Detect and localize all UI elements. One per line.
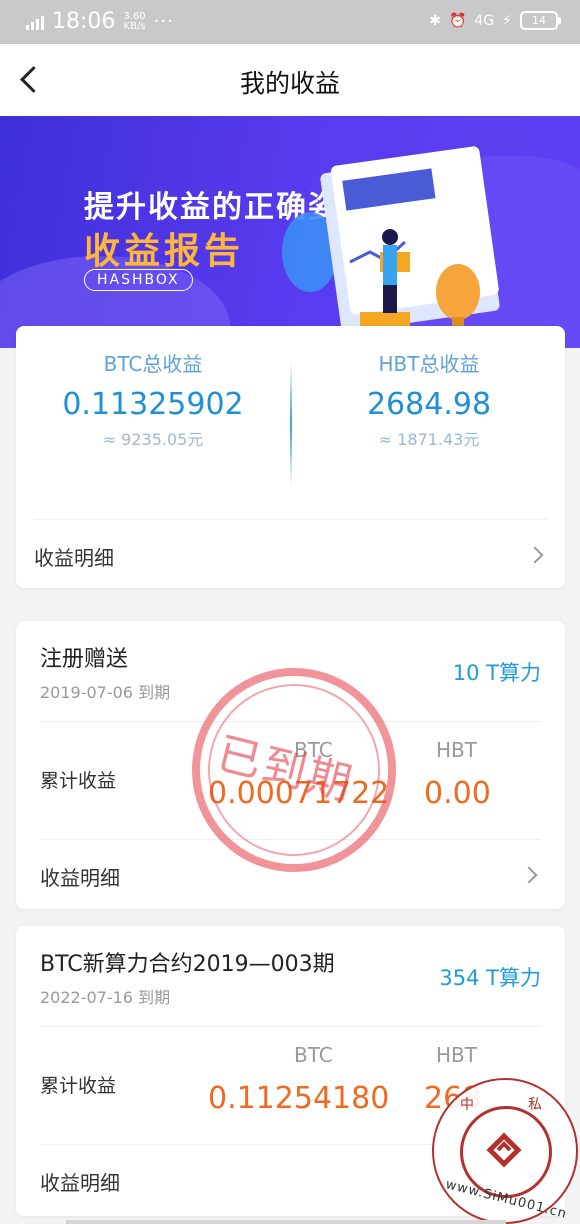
promo-banner[interactable]: 提升收益的正确姿势 收益报告 HASHBOX <box>0 116 580 348</box>
bluetooth-icon: ✱ <box>429 12 441 29</box>
network-speed: 3.60 KB/s <box>123 10 146 32</box>
detail-label: 收益明细 <box>40 1171 120 1195</box>
status-bar: 18:06 3.60 KB/s ··· ✱ ⏰ 4G ⚡ 14 <box>0 0 580 44</box>
contract-hashpower: 10 T算力 <box>452 661 541 685</box>
btc-total-cny: ≈ 9235.05元 <box>102 430 204 449</box>
hbt-header: HBT <box>436 1043 477 1067</box>
battery-icon: 14 <box>520 11 561 30</box>
banner-subtitle: 收益报告 <box>84 231 245 272</box>
contract-detail-link[interactable]: 收益明细 <box>40 839 541 910</box>
report-illustration <box>282 146 500 342</box>
cumulative-earnings: 累计收益 BTC HBT 0.00071722 0.00 <box>40 721 541 840</box>
charging-icon: ⚡ <box>502 12 512 29</box>
detail-label: 收益明细 <box>34 546 114 570</box>
btc-header: BTC <box>294 738 333 762</box>
detail-label: 收益明细 <box>40 866 120 890</box>
signal-icon <box>26 14 44 30</box>
contract-card: 注册赠送 2019-07-06 到期 10 T算力 累计收益 BTC HBT 0… <box>16 621 565 909</box>
contract-name: 注册赠送 <box>40 647 129 672</box>
contract-name: BTC新算力合约2019—003期 <box>40 952 335 977</box>
btc-total-value: 0.11325902 <box>62 387 244 422</box>
btc-total: BTC总收益 0.11325902 ≈ 9235.05元 <box>16 348 290 450</box>
btc-total-label: BTC总收益 <box>103 352 203 376</box>
hbt-earnings: 0.00 <box>424 776 491 811</box>
cumulative-label: 累计收益 <box>40 1075 117 1097</box>
home-indicator <box>66 1220 506 1224</box>
logo-glyph-icon <box>486 1132 522 1168</box>
earnings-summary-card: BTC总收益 0.11325902 ≈ 9235.05元 HBT总收益 2684… <box>16 326 565 588</box>
banner-tag: HASHBOX <box>84 269 193 291</box>
hbt-total: HBT总收益 2684.98 ≈ 1871.43元 <box>292 348 566 450</box>
status-time: 18:06 <box>52 9 116 34</box>
contract-hashpower: 354 T算力 <box>439 966 541 990</box>
summary-detail-link[interactable]: 收益明细 <box>34 519 547 590</box>
contract-expiry: 2022-07-16 到期 <box>40 988 171 1007</box>
cumulative-label: 累计收益 <box>40 770 117 792</box>
hbt-total-cny: ≈ 1871.43元 <box>378 430 480 449</box>
btc-earnings: 0.00071722 <box>208 776 390 811</box>
contract-expiry: 2019-07-06 到期 <box>40 683 171 702</box>
btc-header: BTC <box>294 1043 333 1067</box>
page-title: 我的收益 <box>239 69 340 98</box>
btc-earnings: 0.11254180 <box>208 1081 390 1116</box>
hbt-header: HBT <box>436 738 477 762</box>
chevron-right-icon <box>520 866 538 884</box>
network-type: 4G <box>474 12 495 29</box>
hbt-total-value: 2684.98 <box>366 387 492 422</box>
hbt-total-label: HBT总收益 <box>378 352 480 376</box>
more-notifications-icon: ··· <box>153 11 174 32</box>
watermark-logo: 中 私 www.SiMu001.cn <box>432 1078 578 1224</box>
nav-bar: 我的收益 <box>0 44 580 116</box>
alarm-icon: ⏰ <box>448 12 467 29</box>
chevron-right-icon <box>526 546 544 564</box>
